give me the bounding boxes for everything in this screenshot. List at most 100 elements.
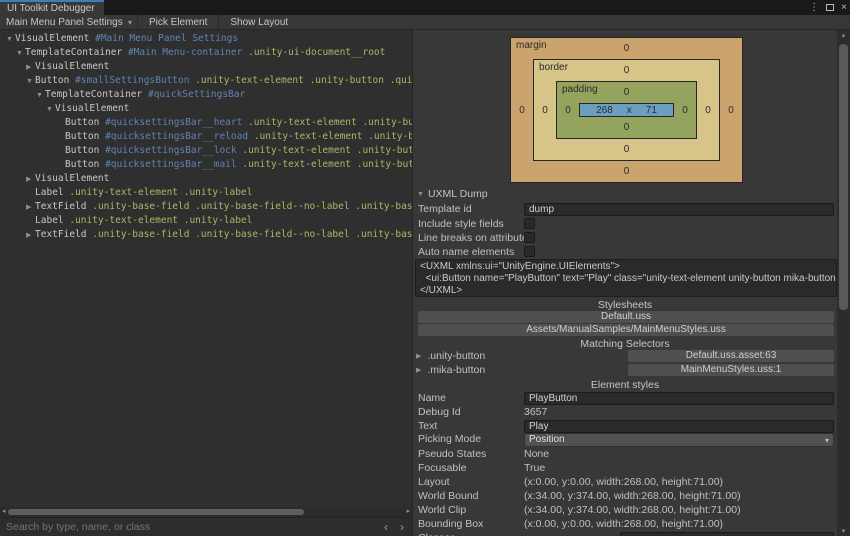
text-input[interactable] <box>524 420 834 433</box>
toolbar: Main Menu Panel Settings ▾ Pick Element … <box>0 15 850 30</box>
show-layout-button[interactable]: Show Layout <box>219 15 299 29</box>
vertical-scrollbar-thumb[interactable] <box>839 44 848 310</box>
uxml-code-line: <UXML xmlns:ui="UnityEngine.UIElements"> <box>420 261 620 272</box>
field-row-layout: Layout (x:0.00, y:0.00, width:268.00, he… <box>413 476 837 489</box>
panel-selector-dropdown[interactable]: Main Menu Panel Settings ▾ <box>0 15 137 29</box>
titlebar: UI Toolkit Debugger ⋮ × <box>0 0 850 15</box>
selector-source-button[interactable]: MainMenuStyles.uss:1 <box>628 364 834 376</box>
picking-mode-value: Position <box>529 434 565 445</box>
selector-row: ▶ .mika-button MainMenuStyles.uss:1 <box>413 364 837 377</box>
horizontal-scrollbar-thumb[interactable] <box>8 509 304 515</box>
field-label: Focusable <box>418 462 467 474</box>
tree-row[interactable]: ▶ TextField .unity-base-field .unity-base… <box>0 228 412 242</box>
field-label: Text <box>418 420 438 432</box>
selector-foldout[interactable]: ▶ .mika-button <box>416 364 485 376</box>
expand-arrow-icon[interactable]: ▼ <box>46 103 55 116</box>
uxml-code-line: </UXML> <box>420 285 463 296</box>
foldout-collapsed-icon[interactable]: ▶ <box>416 366 421 374</box>
layout-value: (x:0.00, y:0.00, width:268.00, height:71… <box>524 476 724 488</box>
border-left-value: 0 <box>542 104 548 116</box>
close-icon[interactable]: × <box>841 0 847 15</box>
stylesheets-header: Stylesheets <box>597 299 653 311</box>
include-style-fields-row: Include style fields <box>413 218 837 231</box>
field-label: Layout <box>418 476 450 488</box>
uxml-dump-foldout[interactable]: ▼ UXML Dump <box>417 188 488 200</box>
tab-ui-toolkit-debugger[interactable]: UI Toolkit Debugger <box>0 0 104 15</box>
field-row-classes: Classes <box>413 532 837 536</box>
tree-row[interactable]: ▼ VisualElement <box>0 102 412 116</box>
tree-row[interactable]: Label .unity-text-element .unity-label <box>0 186 412 200</box>
element-styles-header: Element styles <box>590 379 660 391</box>
tree-row[interactable]: Button #quicksettingsBar__lock .unity-te… <box>0 144 412 158</box>
tree-row[interactable]: ▼ Button #smallSettingsButton .unity-text… <box>0 74 412 88</box>
expand-arrow-icon[interactable]: ▼ <box>36 89 45 102</box>
selector-foldout[interactable]: ▶ .unity-button <box>416 350 485 362</box>
box-model-widget: margin 0 0 0 0 border 0 0 0 0 padding 0 … <box>510 37 743 183</box>
bounding-box-value: (x:0.00, y:0.00, width:268.00, height:71… <box>524 518 724 530</box>
border-top-value: 0 <box>623 65 630 76</box>
field-label: Debug Id <box>418 406 461 418</box>
scroll-right-icon[interactable]: ▸ <box>406 507 410 517</box>
foldout-collapsed-icon[interactable]: ▶ <box>416 352 421 360</box>
stylesheet-item[interactable]: Default.uss <box>418 311 834 323</box>
padding-right-value: 0 <box>682 104 688 116</box>
tab-title: UI Toolkit Debugger <box>7 3 95 14</box>
padding-top-value: 0 <box>623 87 630 98</box>
template-id-row: Template id <box>413 203 837 217</box>
expand-arrow-icon[interactable]: ▶ <box>26 61 35 74</box>
include-style-fields-checkbox[interactable] <box>524 218 535 229</box>
picking-mode-dropdown[interactable]: Position ▾ <box>524 433 834 447</box>
search-next-icon[interactable]: › <box>400 518 404 536</box>
line-breaks-row: Line breaks on attributes <box>413 232 837 245</box>
scroll-up-icon[interactable]: ▴ <box>837 31 850 39</box>
pick-element-button[interactable]: Pick Element <box>138 15 218 29</box>
vertical-scrollbar[interactable]: ▴ ▾ <box>837 30 850 536</box>
field-label: World Bound <box>418 490 479 502</box>
tree-row[interactable]: ▼ TemplateContainer #quickSettingsBar <box>0 88 412 102</box>
scroll-down-icon[interactable]: ▾ <box>837 527 850 535</box>
auto-name-checkbox[interactable] <box>524 246 535 257</box>
stylesheet-item[interactable]: Assets/ManualSamples/MainMenuStyles.uss <box>418 324 834 336</box>
expand-arrow-icon[interactable]: ▼ <box>16 47 25 60</box>
expand-arrow-icon[interactable]: ▼ <box>26 75 35 88</box>
box-model-padding: padding 0 0 0 0 268 x 71 <box>556 81 697 139</box>
auto-name-label: Auto name elements <box>418 246 515 258</box>
tree-row[interactable]: ▶ TextField .unity-base-field .unity-base… <box>0 200 412 214</box>
template-id-label: Template id <box>418 203 472 215</box>
selector-name: .unity-button <box>427 350 486 362</box>
field-row-name: Name <box>413 392 837 406</box>
search-prev-icon[interactable]: ‹ <box>384 518 388 536</box>
line-breaks-checkbox[interactable] <box>524 232 535 243</box>
tree-row[interactable]: Button #quicksettingsBar__mail .unity-te… <box>0 158 412 172</box>
expand-arrow-icon[interactable]: ▼ <box>6 33 15 46</box>
field-row-focusable: Focusable True <box>413 462 837 475</box>
selector-source-button[interactable]: Default.uss.asset:63 <box>628 350 834 362</box>
search-bar: ‹ › <box>0 517 412 536</box>
tree-row[interactable]: Button #quicksettingsBar__reload .unity-… <box>0 130 412 144</box>
tree-row[interactable]: Label .unity-text-element .unity-label <box>0 214 412 228</box>
selector-name: .mika-button <box>427 364 486 376</box>
expand-arrow-icon[interactable]: ▶ <box>26 201 35 214</box>
horizontal-scrollbar[interactable]: ◂ ▸ <box>0 507 412 517</box>
tree-row[interactable]: ▶ VisualElement <box>0 172 412 186</box>
tree-row[interactable]: ▶ VisualElement <box>0 60 412 74</box>
scroll-left-icon[interactable]: ◂ <box>2 507 6 517</box>
field-row-pseudo-states: Pseudo States None <box>413 448 837 461</box>
uxml-code-box[interactable]: <UXML xmlns:ui="UnityEngine.UIElements">… <box>415 259 837 297</box>
field-label: Bounding Box <box>418 518 484 530</box>
box-model-content: 268 x 71 <box>579 103 674 117</box>
maximize-icon[interactable] <box>826 4 835 11</box>
kebab-menu-icon[interactable]: ⋮ <box>809 0 819 15</box>
tree-row[interactable]: ▼ VisualElement #Main Menu Panel Settings <box>0 32 412 46</box>
tree-row[interactable]: Button #quicksettingsBar__heart .unity-t… <box>0 116 412 130</box>
box-model-margin: margin 0 0 0 0 border 0 0 0 0 padding 0 … <box>510 37 743 183</box>
template-id-input[interactable] <box>524 203 834 216</box>
name-input[interactable] <box>524 392 834 405</box>
classes-input[interactable] <box>620 532 834 536</box>
margin-left-value: 0 <box>519 104 525 116</box>
tree-row[interactable]: ▼ TemplateContainer #Main Menu-container … <box>0 46 412 60</box>
foldout-expanded-icon[interactable]: ▼ <box>417 191 424 198</box>
expand-arrow-icon[interactable]: ▶ <box>26 173 35 186</box>
expand-arrow-icon[interactable]: ▶ <box>26 229 35 242</box>
search-input[interactable] <box>0 518 370 536</box>
